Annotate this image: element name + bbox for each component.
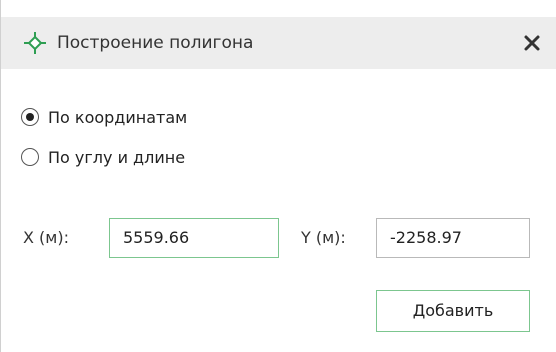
dialog-title: Построение полигона <box>57 33 254 53</box>
radio-button-checked[interactable] <box>21 108 39 126</box>
polygon-crosshair-icon <box>24 32 46 54</box>
y-label: Y (м): <box>301 228 346 247</box>
y-coordinate-input[interactable]: -2258.97 <box>376 218 530 258</box>
close-icon[interactable] <box>519 30 545 56</box>
add-button[interactable]: Добавить <box>376 290 530 332</box>
radio-by-angle-length[interactable]: По углу и длине <box>21 143 185 171</box>
radio-label-coordinates: По координатам <box>48 107 188 127</box>
radio-button-unchecked[interactable] <box>21 148 39 166</box>
polygon-dialog: Построение полигона По координатам По уг… <box>0 0 556 352</box>
radio-by-coordinates[interactable]: По координатам <box>21 103 187 131</box>
dialog-titlebar: Построение полигона <box>1 17 556 69</box>
x-coordinate-input[interactable]: 5559.66 <box>109 218 279 258</box>
radio-label-angle-length: По углу и длине <box>48 147 186 167</box>
x-label: X (м): <box>23 228 69 247</box>
